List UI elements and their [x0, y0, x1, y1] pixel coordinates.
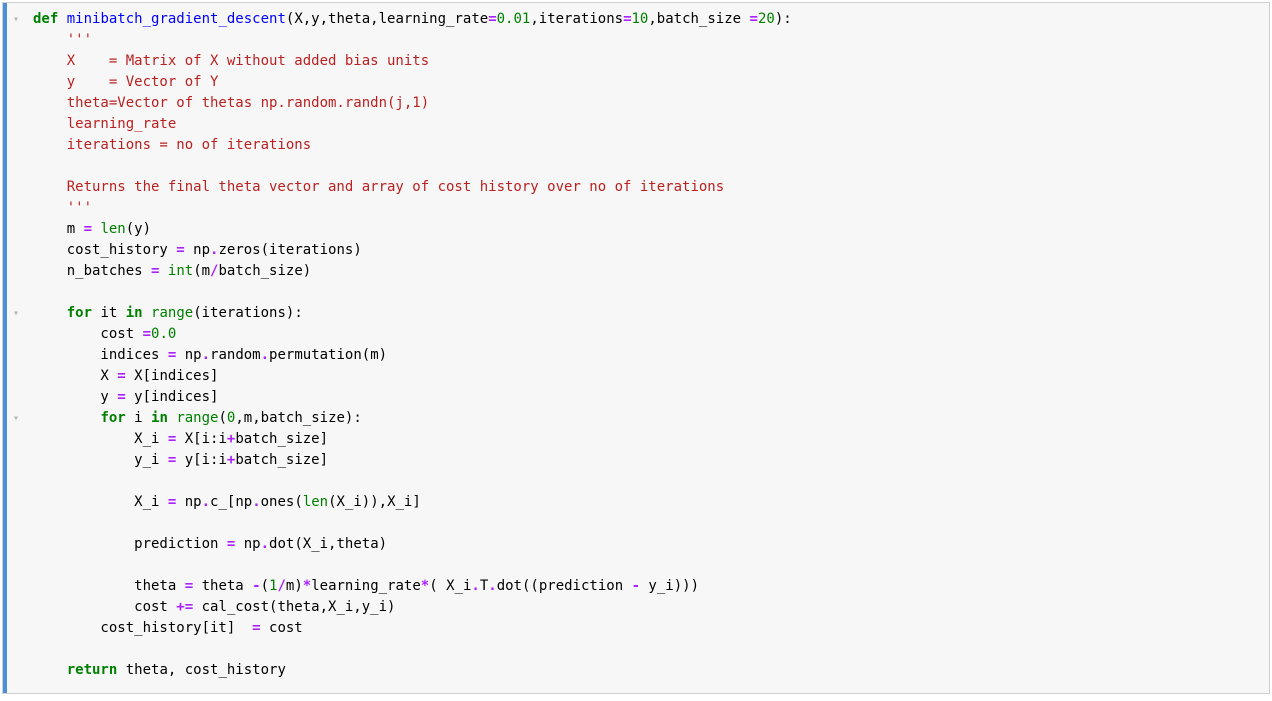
- fold-spacer: [7, 345, 25, 366]
- fold-spacer: [7, 93, 25, 114]
- fold-spacer: [7, 135, 25, 156]
- fold-spacer: [7, 240, 25, 261]
- code-editor[interactable]: def minibatch_gradient_descent(X,y,theta…: [25, 3, 1269, 693]
- fold-spacer: [7, 156, 25, 177]
- fold-marker-for1[interactable]: ▾: [7, 303, 25, 324]
- fold-spacer: [7, 177, 25, 198]
- code-content[interactable]: def minibatch_gradient_descent(X,y,theta…: [33, 9, 1261, 681]
- fold-gutter: ▾ ▾ ▾: [7, 3, 25, 693]
- fold-spacer: [7, 387, 25, 408]
- fold-spacer: [7, 366, 25, 387]
- fold-spacer: [7, 72, 25, 93]
- fold-marker-for2[interactable]: ▾: [7, 408, 25, 429]
- fold-marker-def[interactable]: ▾: [7, 9, 25, 30]
- fold-spacer: [7, 198, 25, 219]
- fold-spacer: [7, 324, 25, 345]
- fold-spacer: [7, 51, 25, 72]
- fold-spacer: [7, 114, 25, 135]
- fold-spacer: [7, 219, 25, 240]
- code-cell: ▾ ▾ ▾ def minibatch_gradient_descent(X,y…: [2, 2, 1270, 694]
- fold-spacer: [7, 30, 25, 51]
- fold-spacer: [7, 261, 25, 282]
- fold-spacer: [7, 282, 25, 303]
